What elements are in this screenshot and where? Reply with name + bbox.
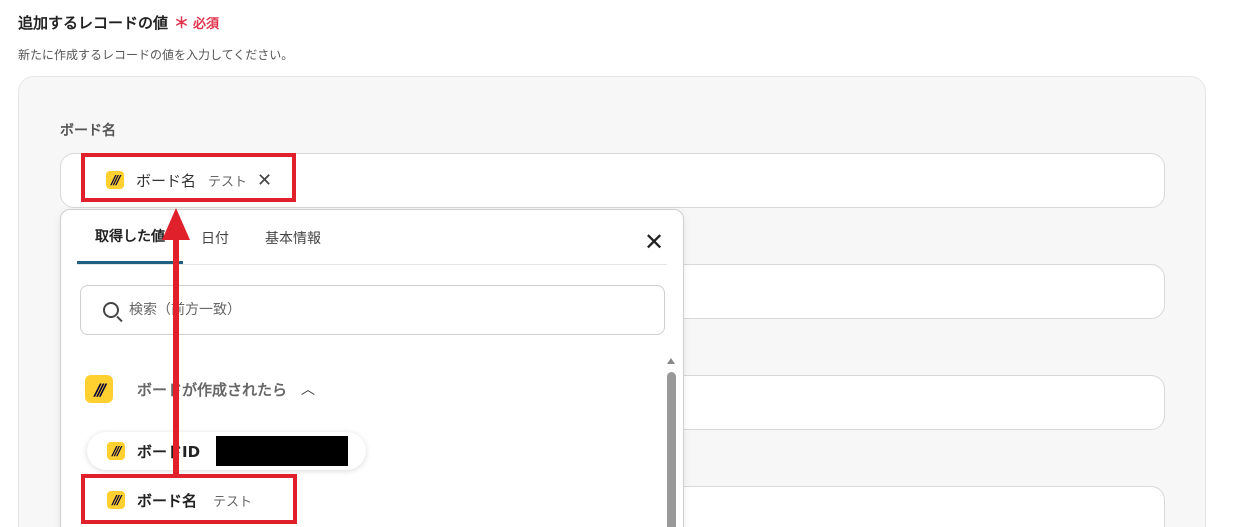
arrow-line bbox=[173, 230, 179, 476]
chevron-up-icon[interactable]: ︿ bbox=[301, 379, 315, 399]
search-icon bbox=[103, 302, 119, 318]
section-title-text: 追加するレコードの値 bbox=[18, 14, 169, 32]
redacted-value bbox=[216, 436, 349, 466]
section-description: 新たに作成するレコードの値を入力してください。 bbox=[18, 48, 294, 62]
tabs-divider bbox=[77, 264, 667, 265]
picker-tabs: 取得した値 日付 基本情報 bbox=[77, 210, 339, 265]
scrollbar[interactable] bbox=[667, 372, 676, 527]
search-input[interactable] bbox=[129, 302, 629, 318]
tab-date[interactable]: 日付 bbox=[183, 210, 247, 265]
tab-basic-info[interactable]: 基本情報 bbox=[247, 210, 339, 265]
board-name-label: ボード名 bbox=[60, 123, 116, 139]
arrow-up-icon bbox=[162, 208, 190, 240]
highlight-box-selected bbox=[81, 153, 296, 202]
group-header[interactable]: /// ボードが作成されたら ︿ bbox=[85, 375, 315, 403]
required-label: 必須 bbox=[193, 17, 220, 32]
list-item-board-id[interactable]: /// ボードID bbox=[87, 432, 367, 470]
section-title: 追加するレコードの値 ＊ 必須 bbox=[18, 12, 219, 33]
group-label: ボードが作成されたら bbox=[137, 380, 288, 399]
scroll-up-arrow[interactable] bbox=[667, 358, 675, 364]
item-label: ボードID bbox=[137, 442, 201, 461]
close-icon[interactable]: ✕ bbox=[644, 228, 664, 256]
required-star: ＊ bbox=[174, 14, 190, 32]
miro-icon: /// bbox=[107, 442, 125, 460]
miro-icon: /// bbox=[85, 375, 113, 403]
search-box bbox=[80, 285, 665, 335]
highlight-box-item bbox=[81, 474, 297, 524]
